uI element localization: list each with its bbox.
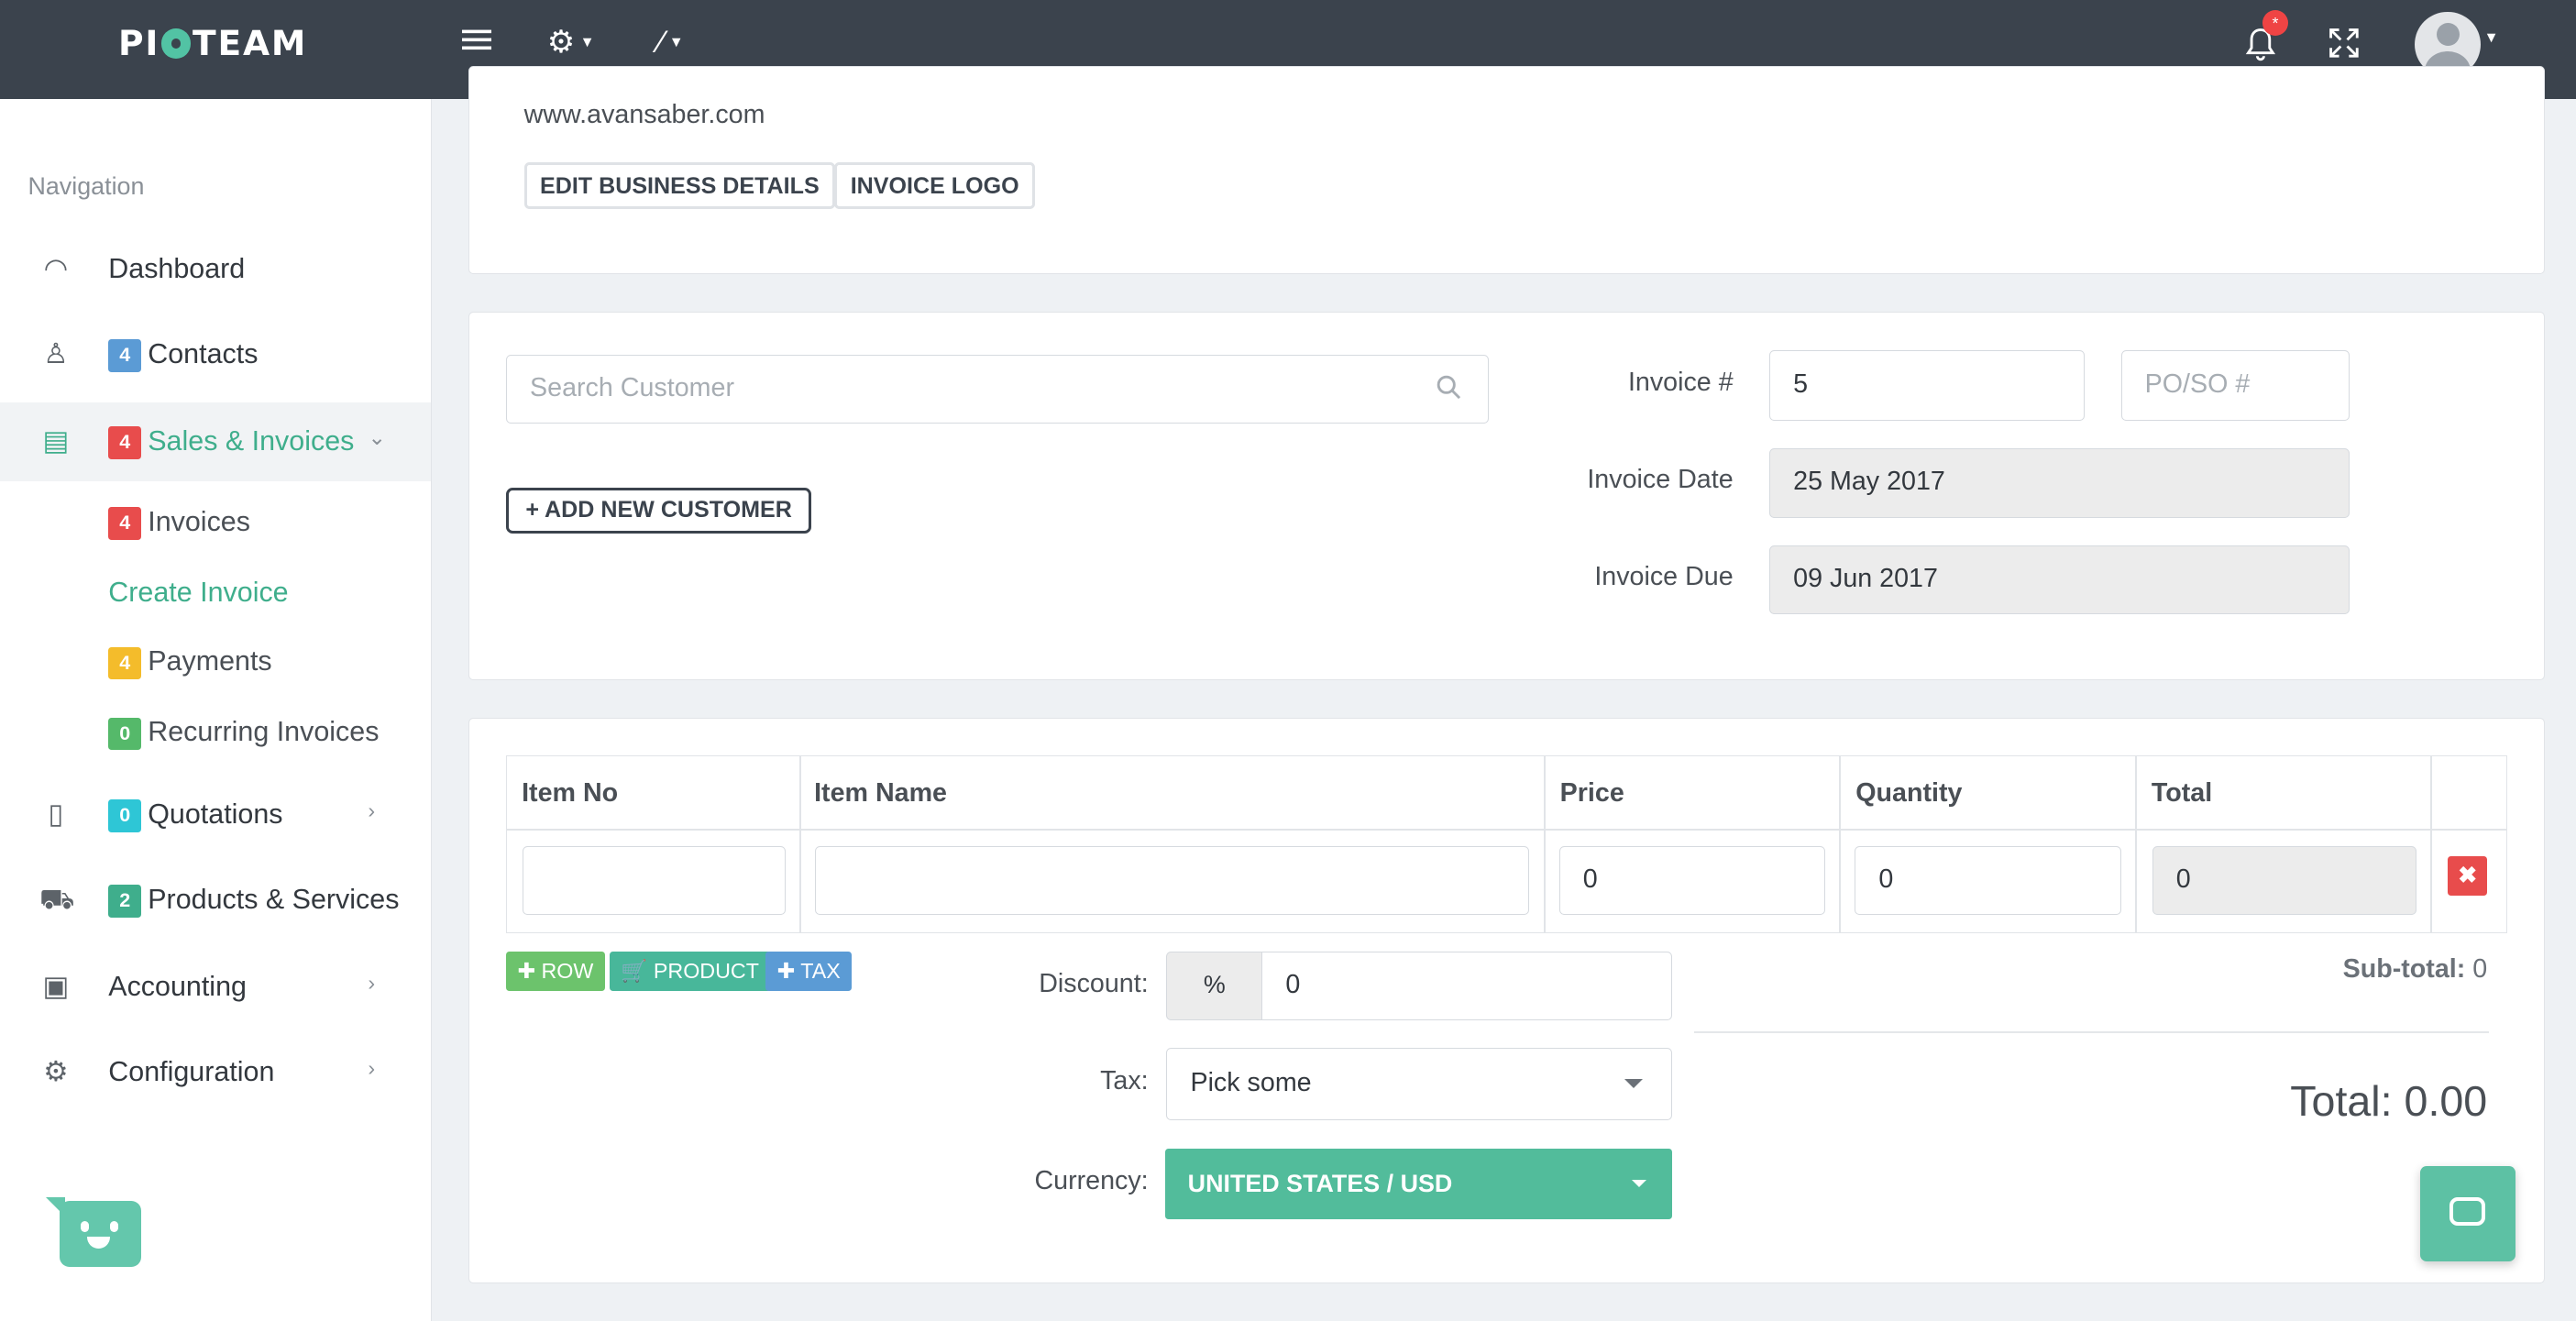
sidebar-item-sales-invoices[interactable]: ▤ 4 Sales & Invoices ⌄ bbox=[0, 402, 431, 482]
cart-icon: 🛒 bbox=[621, 958, 648, 983]
tools-dropdown[interactable]: ⁄ ▼ bbox=[658, 24, 684, 60]
invoice-number-label: Invoice # bbox=[1627, 368, 1734, 398]
truck-icon: ⛟ bbox=[39, 884, 75, 916]
count-badge: 4 bbox=[108, 507, 142, 540]
sidebar: Navigation ◠ Dashboard ♙ 4 Contacts ▤ 4 Sa… bbox=[0, 98, 432, 1321]
sidebar-item-label: Configuration bbox=[108, 1056, 275, 1088]
caret-down-icon: ▼ bbox=[668, 34, 684, 51]
invoice-card-icon: ▤ bbox=[42, 425, 70, 457]
price-input[interactable]: 0 bbox=[1558, 845, 1825, 916]
dashboard-gauge-icon: ◠ bbox=[43, 252, 69, 284]
tax-label: Tax: bbox=[1100, 1066, 1149, 1096]
chevron-right-icon: › bbox=[368, 1056, 376, 1081]
search-customer-input[interactable]: Search Customer bbox=[505, 355, 1489, 424]
plus-icon: ✚ bbox=[517, 958, 535, 983]
tax-select[interactable]: Pick some bbox=[1166, 1048, 1673, 1121]
item-name-input[interactable] bbox=[814, 845, 1530, 916]
add-new-customer-button[interactable]: + ADD NEW CUSTOMER bbox=[505, 488, 812, 534]
plus-icon: + bbox=[525, 497, 539, 523]
count-badge: 4 bbox=[108, 646, 142, 680]
sidebar-item-contacts[interactable]: ♙ 4 Contacts bbox=[0, 315, 431, 394]
plus-icon: ✚ bbox=[776, 958, 796, 983]
sidebar-item-label: Products & Services bbox=[148, 884, 400, 916]
caret-down-icon[interactable]: ▼ bbox=[2484, 29, 2499, 47]
currency-select[interactable]: UNITED STATES / USD bbox=[1164, 1148, 1673, 1219]
gear-icon: ⚙ bbox=[43, 1056, 69, 1088]
sidebar-item-accounting[interactable]: ▣ Accounting › bbox=[0, 948, 431, 1027]
sidebar-item-label: Dashboard bbox=[108, 252, 246, 284]
delete-row-icon[interactable]: ✖ bbox=[2448, 855, 2488, 896]
column-header-item-no: Item No bbox=[522, 777, 619, 808]
edit-business-details-button[interactable]: EDIT BUSINESS DETAILS bbox=[523, 162, 836, 209]
column-header-total: Total bbox=[2151, 777, 2213, 808]
po-so-number-input[interactable]: PO/SO # bbox=[2120, 349, 2350, 421]
business-website: www.avansaber.com bbox=[523, 100, 765, 130]
count-badge: 0 bbox=[108, 717, 142, 751]
add-product-button[interactable]: 🛒 PRODUCT bbox=[609, 951, 771, 991]
invoice-date-label: Invoice Date bbox=[1587, 465, 1734, 495]
invoice-number-input[interactable]: 5 bbox=[1769, 349, 2086, 421]
currency-label: Currency: bbox=[1034, 1166, 1149, 1196]
discount-label: Discount: bbox=[1039, 969, 1149, 999]
fullscreen-icon[interactable] bbox=[2328, 27, 2361, 67]
add-row-button[interactable]: ✚ ROW bbox=[505, 951, 605, 991]
count-badge: 0 bbox=[108, 799, 142, 832]
notification-badge: * bbox=[2262, 9, 2289, 37]
sidebar-subitem-invoices[interactable]: 4 Invoices bbox=[108, 506, 250, 540]
sidebar-subitem-create-invoice[interactable]: Create Invoice bbox=[108, 577, 288, 609]
column-header-price: Price bbox=[1559, 777, 1624, 808]
chatbot-widget-icon[interactable] bbox=[46, 1197, 142, 1267]
chevron-right-icon: › bbox=[368, 798, 376, 822]
invoice-date-input[interactable]: 25 May 2017 bbox=[1769, 448, 2350, 518]
invoice-logo-button[interactable]: INVOICE LOGO bbox=[834, 162, 1035, 209]
invoice-due-label: Invoice Due bbox=[1594, 561, 1734, 591]
sidebar-subitem-payments[interactable]: 4 Payments bbox=[108, 645, 272, 680]
caret-down-icon: ▼ bbox=[579, 34, 595, 51]
logo-ring-icon bbox=[160, 28, 192, 59]
chat-bubble-icon[interactable] bbox=[2419, 1166, 2515, 1262]
sidebar-item-label: Accounting bbox=[108, 971, 247, 1003]
sidebar-item-quotations[interactable]: ▯ 0 Quotations › bbox=[0, 776, 431, 854]
chevron-down-icon: ⌄ bbox=[368, 425, 386, 450]
column-header-item-name: Item Name bbox=[814, 777, 947, 808]
line-total-input[interactable]: 0 bbox=[2152, 845, 2417, 916]
caret-down-icon bbox=[1631, 1179, 1646, 1188]
count-badge: 2 bbox=[108, 885, 142, 919]
sidebar-item-dashboard[interactable]: ◠ Dashboard bbox=[0, 230, 431, 309]
user-icon: ♙ bbox=[43, 338, 69, 370]
sidebar-item-configuration[interactable]: ⚙ Configuration › bbox=[0, 1033, 431, 1112]
document-icon: ▯ bbox=[48, 798, 64, 830]
discount-input[interactable]: 0 bbox=[1261, 951, 1673, 1020]
chevron-right-icon: › bbox=[368, 971, 376, 996]
invoice-total: Total: 0.00 bbox=[2290, 1076, 2488, 1125]
count-badge: 4 bbox=[108, 339, 142, 373]
search-icon bbox=[1437, 356, 1461, 422]
quantity-input[interactable]: 0 bbox=[1855, 845, 2121, 916]
settings-dropdown[interactable]: ⚙ ▼ bbox=[546, 24, 595, 60]
discount-type-percent[interactable]: % bbox=[1166, 951, 1262, 1020]
sidebar-item-label: Quotations bbox=[148, 798, 283, 830]
add-tax-button[interactable]: ✚ TAX bbox=[765, 951, 853, 991]
wallet-icon: ▣ bbox=[42, 971, 70, 1003]
summary-divider bbox=[1693, 1031, 2489, 1034]
sidebar-item-label: Sales & Invoices bbox=[148, 425, 355, 457]
gear-icon: ⚙ bbox=[546, 24, 576, 60]
invoice-due-input[interactable]: 09 Jun 2017 bbox=[1769, 545, 2350, 615]
sidebar-item-products-services[interactable]: ⛟ 2 Products & Services bbox=[0, 861, 431, 940]
magic-wand-icon: ⁄ bbox=[658, 24, 665, 60]
app-logo[interactable]: PI TEAM bbox=[118, 23, 307, 63]
caret-down-icon bbox=[1624, 1079, 1644, 1088]
column-header-quantity: Quantity bbox=[1855, 777, 1963, 808]
count-badge: 4 bbox=[108, 426, 142, 460]
subtotal: Sub-total: 0 bbox=[2342, 954, 2488, 985]
sidebar-item-label: Contacts bbox=[148, 338, 259, 370]
sidebar-subitem-recurring-invoices[interactable]: 0 Recurring Invoices bbox=[108, 716, 379, 751]
hamburger-menu-icon[interactable] bbox=[461, 27, 491, 61]
item-no-input[interactable] bbox=[522, 845, 786, 916]
nav-title: Navigation bbox=[28, 172, 145, 201]
